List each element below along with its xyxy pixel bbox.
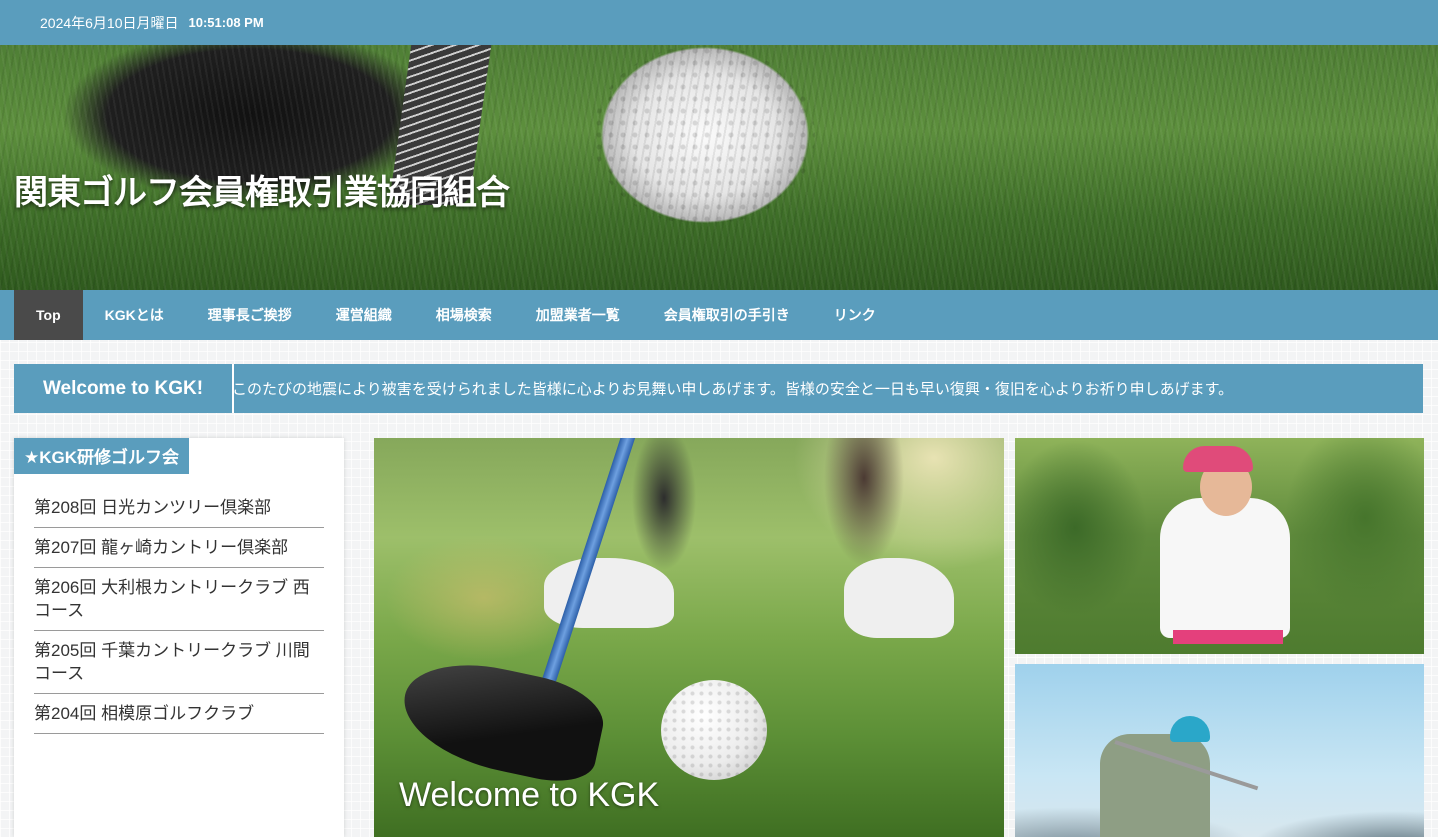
shoe-image: [844, 558, 954, 638]
nav-item-about[interactable]: KGKとは: [83, 290, 186, 340]
golfer-belt: [1173, 630, 1283, 644]
topbar: 2024年6月10日月曜日 10:51:08 PM: [0, 0, 1438, 45]
slide-caption: Welcome to KGK: [399, 776, 660, 814]
nav-item-greeting[interactable]: 理事長ご挨拶: [186, 290, 314, 340]
event-link[interactable]: 第206回 大利根カントリークラブ 西コース: [34, 568, 324, 631]
golfer-body: [1100, 734, 1210, 837]
ticker-label: Welcome to KGK!: [42, 377, 204, 399]
nav-item-price-search[interactable]: 相場検索: [414, 290, 514, 340]
golf-ball-image: [661, 680, 767, 780]
time-display: 10:51:08 PM: [188, 15, 264, 30]
event-link[interactable]: 第208回 日光カンツリー倶楽部: [34, 488, 324, 528]
nav-item-links[interactable]: リンク: [812, 290, 898, 340]
nav-item-guide[interactable]: 会員権取引の手引き: [642, 290, 812, 340]
nav-item-organization[interactable]: 運営組織: [314, 290, 414, 340]
golfer-cap: [1183, 446, 1253, 472]
news-ticker: Welcome to KGK! このたびの地震により被害を受けられました皆様に心…: [14, 364, 1423, 413]
main-slide[interactable]: Welcome to KGK: [374, 438, 1004, 837]
hero-banner: 関東ゴルフ会員権取引業協同組合: [0, 45, 1438, 290]
ticker-message[interactable]: このたびの地震により被害を受けられました皆様に心よりお見舞い申しあげます。皆様の…: [232, 378, 1233, 399]
sidebar-panel: ★KGK研修ゴルフ会 第208回 日光カンツリー倶楽部 第207回 龍ヶ崎カント…: [14, 438, 344, 837]
nav-item-members[interactable]: 加盟業者一覧: [514, 290, 642, 340]
sidebar-heading: ★KGK研修ゴルフ会: [14, 438, 190, 474]
photo-female-golfer[interactable]: [1015, 438, 1424, 654]
golfer-cap: [1170, 716, 1210, 742]
golf-ball-image: [593, 45, 815, 225]
hills-background: [1015, 797, 1424, 837]
main-nav: Top KGKとは 理事長ご挨拶 運営組織 相場検索 加盟業者一覧 会員権取引の…: [0, 290, 1438, 340]
event-link[interactable]: 第205回 千葉カントリークラブ 川間コース: [34, 631, 324, 694]
photo-male-golfer[interactable]: [1015, 664, 1424, 837]
event-list: 第208回 日光カンツリー倶楽部 第207回 龍ヶ崎カントリー倶楽部 第206回…: [34, 488, 324, 734]
site-title[interactable]: 関東ゴルフ会員権取引業協同組合: [14, 165, 510, 214]
event-link[interactable]: 第204回 相模原ゴルフクラブ: [34, 694, 324, 734]
nav-item-top[interactable]: Top: [14, 290, 83, 340]
date-display: 2024年6月10日月曜日: [40, 14, 179, 31]
event-link[interactable]: 第207回 龍ヶ崎カントリー倶楽部: [34, 528, 324, 568]
golfer-shirt: [1160, 498, 1290, 638]
